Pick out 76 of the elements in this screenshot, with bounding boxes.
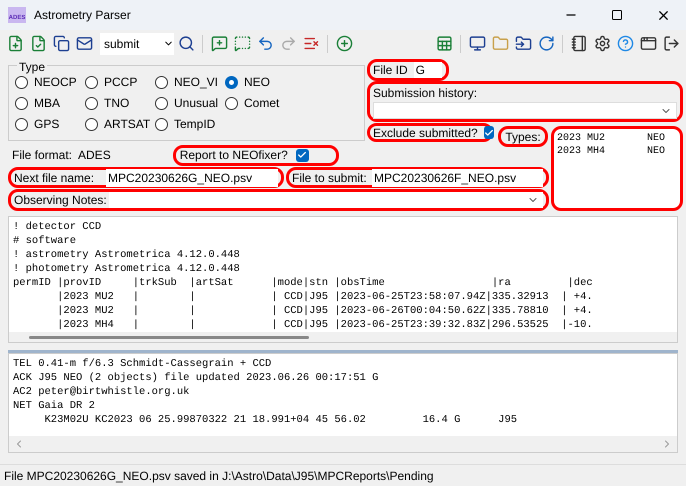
radio-option[interactable]: TNO — [85, 95, 155, 111]
window-icon[interactable] — [640, 35, 656, 52]
radio-button[interactable] — [155, 96, 168, 110]
radio-button[interactable] — [225, 96, 238, 110]
add-comment-icon[interactable] — [210, 35, 228, 52]
types-list-item[interactable]: 2023 MH4 NEO — [557, 145, 677, 158]
code-line: K23M02U KC2023 06 25.99870322 21 18.991+04 45 56.02 16.4 G J95 — [44, 413, 518, 427]
next-file-label: Next file name: — [14, 170, 96, 186]
spreadsheet-icon[interactable] — [436, 35, 452, 52]
code-line: AC2 peter@birtwhistle.org.uk — [13, 385, 190, 399]
radio-option[interactable]: ARTSAT — [85, 116, 155, 132]
radio-option[interactable]: GPS — [15, 116, 85, 132]
observing-notes-label: Observing Notes: — [14, 192, 108, 209]
monitor-icon[interactable] — [468, 35, 486, 52]
code-line: |2023 MU2 | | | CCD|J95 |2023-06-25T23:58:07.94Z|335.32913 | +4. — [56, 290, 593, 304]
undo-icon[interactable] — [256, 35, 274, 52]
status-text: File MPC20230626G_NEO.psv saved in J:\Astro\Data\J95\MPCReports\Pending — [4, 468, 434, 484]
types-list-item[interactable]: 2023 MU2 NEO — [557, 132, 677, 145]
radio-option[interactable]: TempID — [155, 116, 225, 132]
clear-list-icon[interactable] — [302, 35, 320, 52]
radio-button[interactable] — [15, 96, 28, 110]
file-format-label: File format: — [12, 147, 72, 164]
radio-option[interactable]: NEO — [225, 74, 295, 90]
file-to-submit-field[interactable]: MPC20230626F_NEO.psv — [372, 168, 543, 186]
code-line: permID |provID |trkSub |artSat |mode|stn |obsTime |ra |dec — [13, 276, 593, 290]
copy-icon[interactable] — [52, 35, 70, 52]
radio-button[interactable] — [225, 76, 238, 88]
code-line: ACK J95 NEO (2 objects) file updated 2023.06.26 00:17:51 G — [13, 371, 378, 385]
checkbox[interactable] — [296, 148, 309, 162]
radio-button[interactable] — [155, 76, 168, 88]
code-line: |2023 MU2 | | | CCD|J95 |2023-06-26T00:04:50.62Z|335.78810 | +4. — [56, 304, 593, 318]
file-id-field[interactable]: G — [414, 62, 442, 78]
mode-dropdown[interactable]: submit — [100, 32, 174, 54]
code-line: |2023 MH4 | | | CCD|J95 |2023-06-25T23:39:32.83Z|296.53525 |-10. — [56, 318, 593, 332]
notebook-icon[interactable] — [570, 35, 588, 52]
exclude-submitted-label: Exclude submitted? — [373, 124, 478, 142]
add-note-icon[interactable] — [234, 35, 250, 52]
refresh-icon[interactable] — [538, 35, 554, 52]
neofixer-label: Report to NEOfixer? — [180, 147, 288, 164]
radio-button[interactable] — [155, 118, 168, 130]
checked-file-icon[interactable] — [30, 35, 46, 52]
checkbox[interactable] — [484, 126, 494, 139]
radio-option[interactable]: MBA — [15, 95, 85, 111]
next-file-field[interactable]: MPC20230626G_NEO.psv — [106, 168, 278, 186]
radio-button[interactable] — [85, 76, 98, 88]
file-format-value: ADES — [78, 147, 111, 164]
new-file-icon[interactable] — [6, 35, 24, 52]
code-line: TEL 0.41-m f/6.3 Schmidt-Cassegrain + CCD — [13, 357, 272, 371]
types-label: Types: — [505, 128, 541, 146]
radio-option[interactable]: PCCP — [85, 74, 155, 90]
settings-icon[interactable] — [594, 35, 610, 52]
file-id-label: File ID — [373, 62, 408, 79]
radio-option[interactable]: NEOCP — [15, 74, 85, 90]
file-to-submit-label: File to submit: — [292, 170, 368, 186]
radio-button[interactable] — [85, 118, 98, 130]
submission-history-label: Submission history: — [373, 85, 478, 102]
folder-import-icon[interactable] — [514, 35, 532, 52]
exit-icon[interactable] — [662, 35, 680, 52]
envelope-icon[interactable] — [76, 35, 92, 52]
radio-button[interactable] — [85, 96, 98, 110]
help-icon[interactable] — [616, 35, 634, 52]
radio-option[interactable]: NEO_VI — [155, 74, 225, 90]
radio-button[interactable] — [15, 76, 28, 88]
window-title: Astrometry Parser — [34, 7, 131, 24]
radio-option[interactable]: Comet — [225, 95, 295, 111]
search-icon[interactable] — [178, 35, 194, 52]
radio-button[interactable] — [15, 118, 28, 130]
code-line: NET Gaia DR 2 — [13, 399, 95, 413]
scrollbar-thumb[interactable] — [29, 336, 309, 338]
code-line: ! photometry Astrometrica 4.12.0.448 — [13, 262, 240, 276]
code-line: ! detector CCD — [13, 220, 102, 234]
code-line: # software — [13, 234, 76, 248]
code-line: ! astrometry Astrometrica 4.12.0.448 — [13, 248, 240, 262]
radio-option[interactable]: Unusual — [155, 95, 225, 111]
maximize-icon[interactable] — [611, 9, 623, 21]
add-circle-icon[interactable] — [336, 35, 352, 52]
